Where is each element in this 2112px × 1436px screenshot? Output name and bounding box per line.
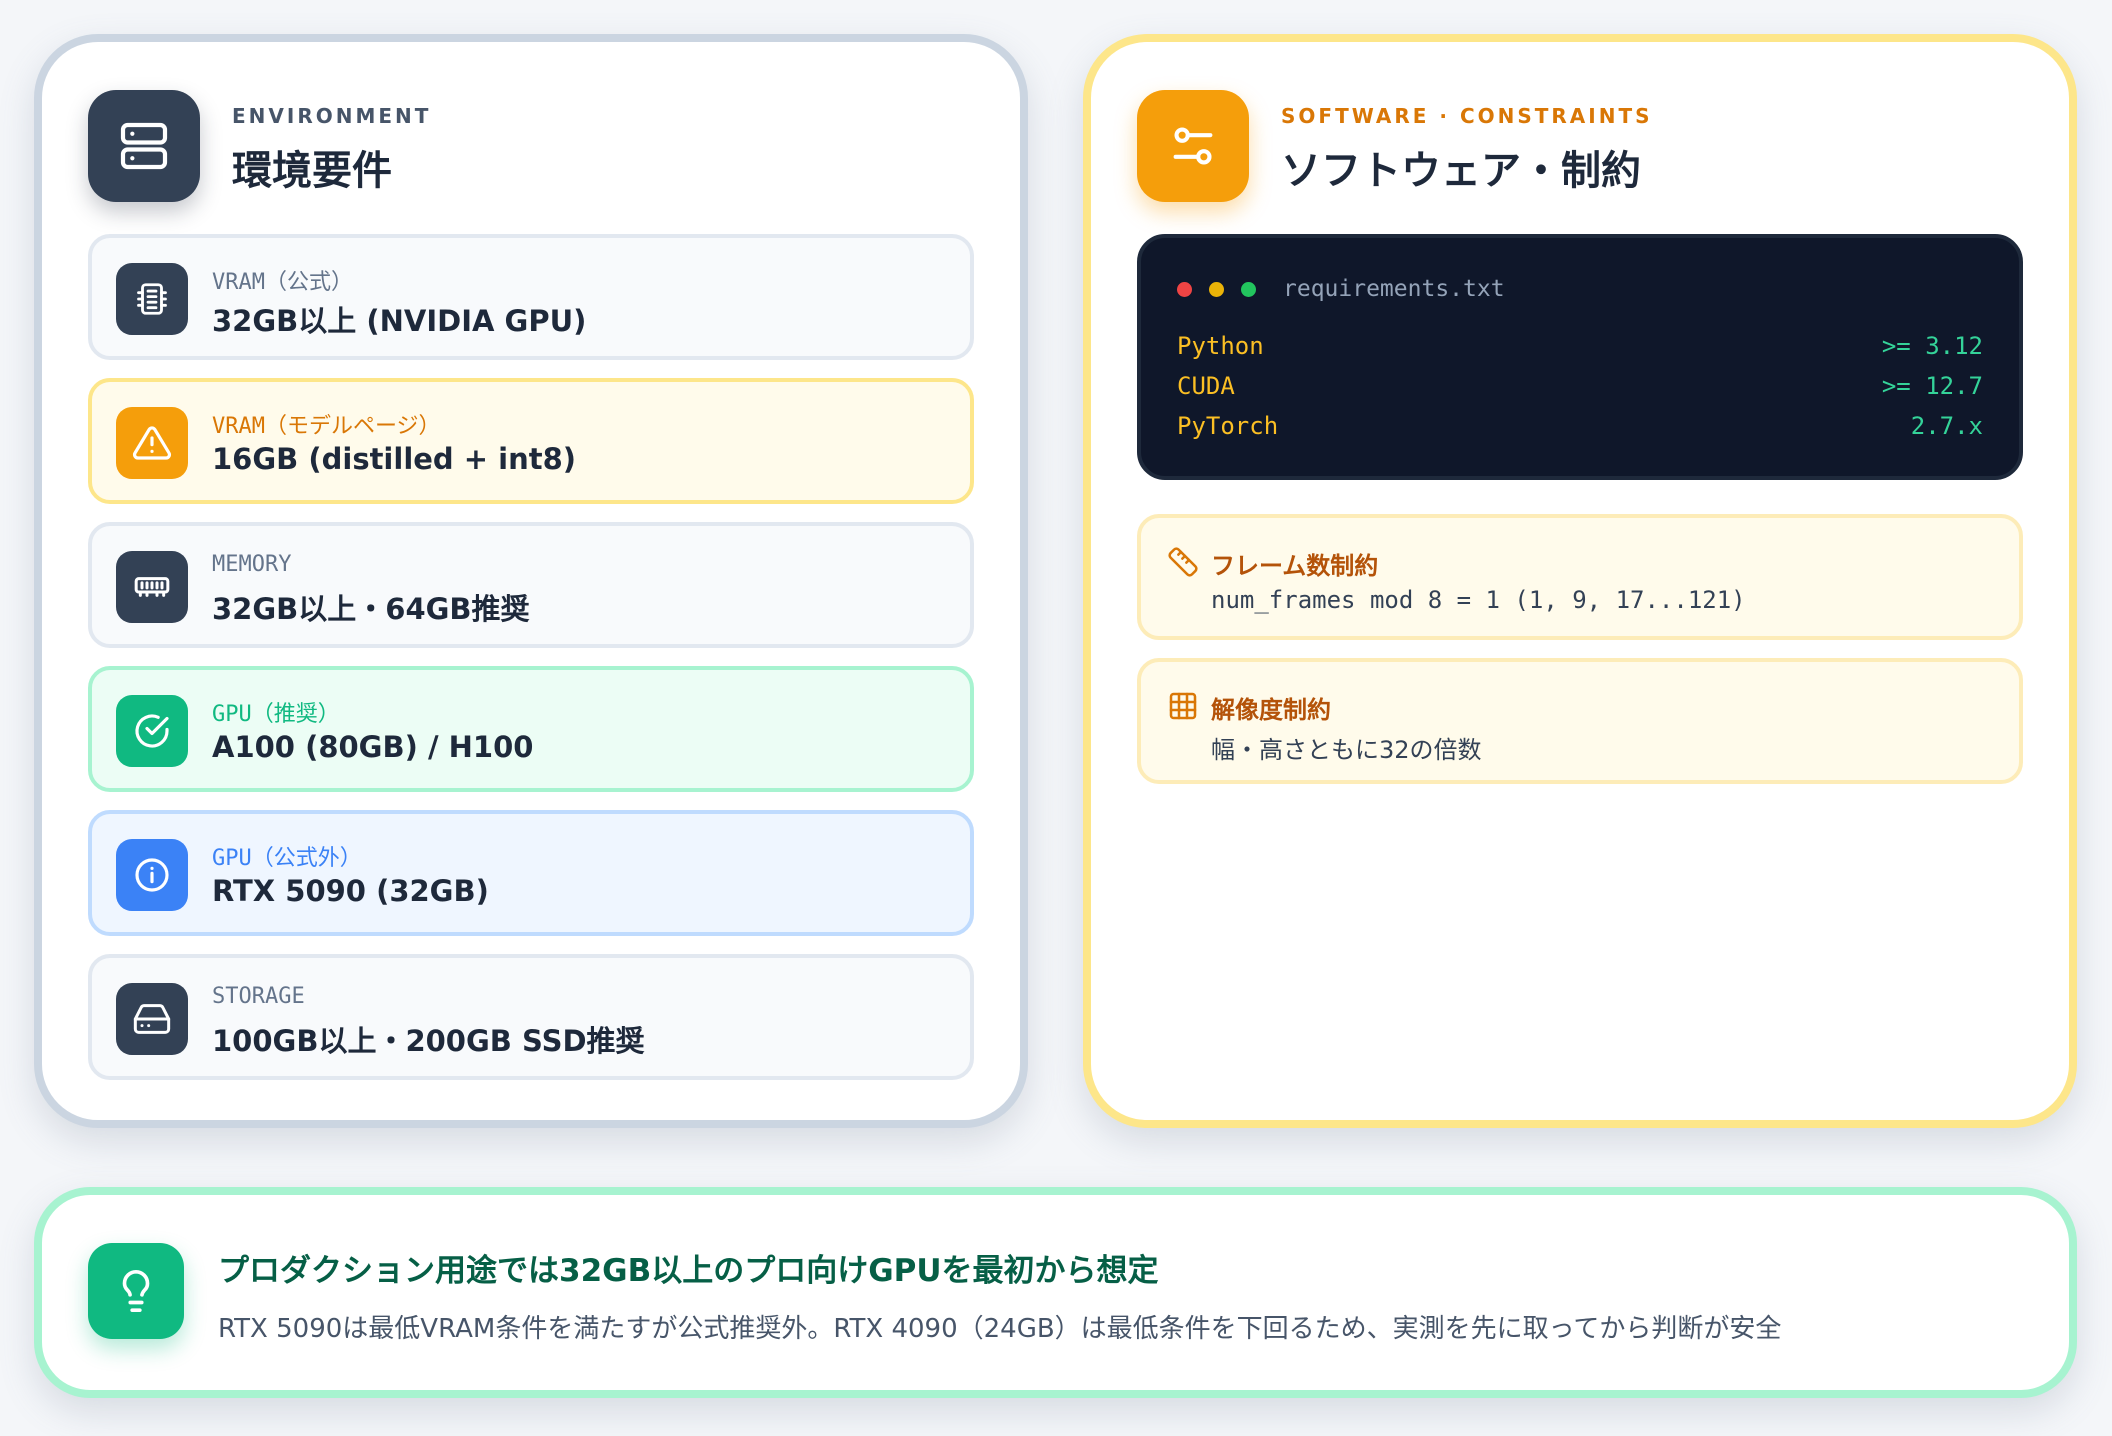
- software-title: ソフトウェア・制約: [1281, 148, 1641, 194]
- environment-subtitle: ENVIRONMENT: [232, 104, 432, 128]
- constraint-title: 解像度制約: [1211, 696, 1331, 724]
- requirement-version: 2.7.x: [1910, 412, 1983, 440]
- software-subtitle: SOFTWARE · CONSTRAINTS: [1281, 104, 1653, 128]
- warning-icon: [116, 407, 188, 479]
- environment-card: ENVIRONMENT 環境要件 VRAM（公式） 32GB以上 (NVIDIA…: [34, 34, 1028, 1128]
- constraint-frames: フレーム数制約 num_frames mod 8 = 1 (1, 9, 17..…: [1137, 514, 2023, 640]
- requirement-name: Python: [1177, 332, 1264, 360]
- server-icon: [88, 90, 200, 202]
- window-dot-green: [1241, 282, 1256, 297]
- spec-value: RTX 5090 (32GB): [212, 874, 489, 908]
- spec-label: GPU（推奨）: [212, 702, 340, 727]
- window-dot-yellow: [1209, 282, 1224, 297]
- cpu-chip-icon: [116, 263, 188, 335]
- constraint-resolution: 解像度制約 幅・高さともに32の倍数: [1137, 658, 2023, 784]
- lightbulb-icon: [88, 1243, 184, 1339]
- spec-item-vram-modelpage: VRAM（モデルページ） 16GB (distilled + int8): [88, 378, 974, 504]
- hard-drive-icon: [116, 983, 188, 1055]
- ruler-icon: [1167, 546, 1199, 578]
- spec-value: 100GB以上・200GB SSD推奨: [212, 1024, 645, 1058]
- check-circle-icon: [116, 695, 188, 767]
- tip-text: RTX 5090は最低VRAM条件を満たすが公式推奨外。RTX 4090（24G…: [218, 1314, 1782, 1344]
- settings-sliders-icon: [1137, 90, 1249, 202]
- spec-label: VRAM（モデルページ）: [212, 414, 441, 439]
- constraint-text: num_frames mod 8 = 1 (1, 9, 17...121): [1211, 586, 1746, 614]
- memory-icon: [116, 551, 188, 623]
- requirement-name: CUDA: [1177, 372, 1235, 400]
- spec-label: VRAM（公式）: [212, 270, 353, 295]
- spec-list: VRAM（公式） 32GB以上 (NVIDIA GPU) VRAM（モデルページ…: [88, 234, 974, 1098]
- requirement-name: PyTorch: [1177, 412, 1279, 440]
- terminal-filename: requirements.txt: [1283, 276, 1505, 302]
- spec-label: STORAGE: [212, 984, 305, 1009]
- window-dot-red: [1177, 282, 1192, 297]
- constraint-title: フレーム数制約: [1211, 552, 1379, 580]
- spec-item-memory: MEMORY 32GB以上・64GB推奨: [88, 522, 974, 648]
- requirement-row: CUDA >= 12.7: [1177, 372, 1983, 408]
- spec-value: A100 (80GB) / H100: [212, 730, 534, 764]
- tip-card: プロダクション用途では32GB以上のプロ向けGPUを最初から想定 RTX 509…: [34, 1187, 2077, 1398]
- spec-value: 32GB以上・64GB推奨: [212, 592, 530, 626]
- spec-value: 16GB (distilled + int8): [212, 442, 577, 476]
- requirements-terminal: requirements.txt Python >= 3.12 CUDA >= …: [1137, 234, 2023, 480]
- tip-title: プロダクション用途では32GB以上のプロ向けGPUを最初から想定: [218, 1253, 1159, 1289]
- spec-label: MEMORY: [212, 552, 292, 577]
- grid-icon: [1167, 690, 1199, 722]
- constraint-text: 幅・高さともに32の倍数: [1211, 736, 1482, 764]
- spec-item-storage: STORAGE 100GB以上・200GB SSD推奨: [88, 954, 974, 1080]
- requirement-row: Python >= 3.12: [1177, 332, 1983, 368]
- requirement-row: PyTorch 2.7.x: [1177, 412, 1983, 448]
- info-icon: [116, 839, 188, 911]
- environment-header: ENVIRONMENT 環境要件: [88, 90, 968, 202]
- environment-title: 環境要件: [232, 148, 392, 194]
- spec-value: 32GB以上 (NVIDIA GPU): [212, 304, 587, 338]
- spec-label: GPU（公式外）: [212, 846, 362, 871]
- spec-item-gpu-unofficial: GPU（公式外） RTX 5090 (32GB): [88, 810, 974, 936]
- spec-item-vram-official: VRAM（公式） 32GB以上 (NVIDIA GPU): [88, 234, 974, 360]
- software-card: SOFTWARE · CONSTRAINTS ソフトウェア・制約 require…: [1083, 34, 2077, 1128]
- requirement-version: >= 12.7: [1881, 372, 1983, 400]
- requirement-version: >= 3.12: [1881, 332, 1983, 360]
- software-header: SOFTWARE · CONSTRAINTS ソフトウェア・制約: [1137, 90, 2017, 202]
- spec-item-gpu-recommended: GPU（推奨） A100 (80GB) / H100: [88, 666, 974, 792]
